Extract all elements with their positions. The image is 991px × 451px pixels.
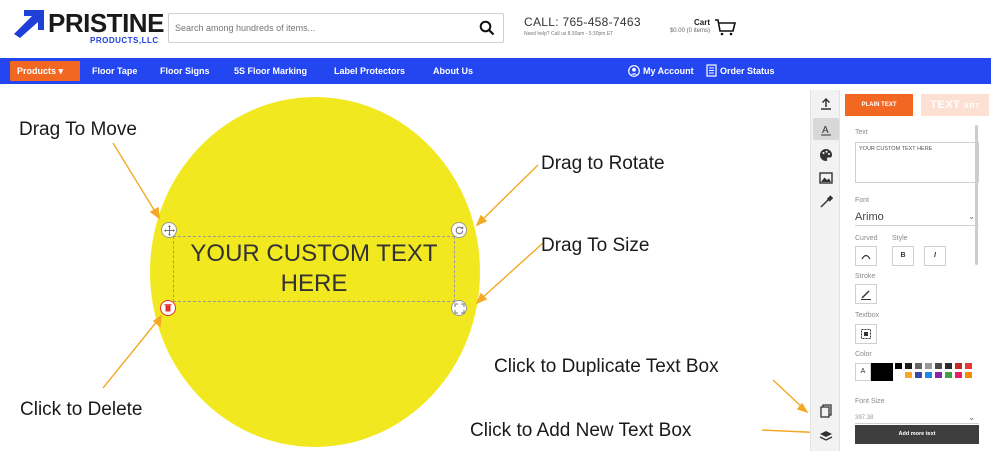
svg-text:A: A	[822, 125, 829, 136]
color-swatch[interactable]	[935, 372, 942, 378]
image-icon[interactable]	[818, 170, 834, 186]
color-swatch[interactable]	[935, 363, 942, 369]
font-size-label: Font Size	[855, 398, 885, 405]
textbox-label: Textbox	[855, 312, 880, 319]
arrow-duplicate	[772, 379, 804, 409]
plain-text-tab[interactable]: PLAIN TEXT	[845, 94, 913, 116]
color-swatch[interactable]	[945, 372, 952, 378]
stroke-button[interactable]	[855, 284, 877, 304]
stroke-label: Stroke	[855, 273, 876, 280]
annotation-drag-to-size: Drag To Size	[541, 235, 650, 256]
font-select[interactable]: Arimo ⌄	[855, 208, 979, 226]
color-swatch[interactable]	[965, 363, 972, 369]
color-swatch[interactable]	[895, 372, 902, 378]
font-value: Arimo	[855, 211, 884, 223]
eyedropper-icon[interactable]	[818, 194, 834, 210]
font-label: Font	[855, 197, 870, 204]
annotation-drag-to-rotate: Drag to Rotate	[541, 153, 665, 174]
upload-icon[interactable]	[818, 96, 834, 112]
chevron-down-icon: ⌄	[968, 212, 975, 221]
color-swatch[interactable]	[955, 363, 962, 369]
style-label: Style	[892, 235, 908, 242]
color-preview[interactable]: A	[855, 363, 871, 381]
annotation-click-to-add-new: Click to Add New Text Box	[470, 420, 692, 441]
duplicate-icon[interactable]	[818, 403, 834, 419]
annotation-click-to-duplicate: Click to Duplicate Text Box	[494, 356, 719, 377]
arrow-rotate	[480, 164, 539, 222]
textbox-icon	[861, 329, 871, 339]
text-tool-icon[interactable]: A	[818, 121, 834, 137]
font-size-select[interactable]: 397.38 ⌄	[855, 412, 979, 424]
color-label: Color	[855, 351, 872, 358]
tool-rail: A	[810, 90, 840, 451]
text-label: Text	[855, 129, 868, 136]
annotation-click-to-delete: Click to Delete	[20, 399, 143, 420]
text-art-label: TEXT	[930, 99, 961, 111]
arrow-delete	[102, 319, 159, 389]
layers-icon[interactable]	[818, 428, 834, 444]
text-art-label-small: ART	[963, 103, 980, 110]
chevron-down-icon: ⌄	[968, 413, 975, 422]
pencil-icon	[861, 290, 871, 300]
color-swatch[interactable]	[905, 363, 912, 369]
text-input[interactable]: YOUR CUSTOM TEXT HERE	[855, 142, 979, 183]
add-more-text-button[interactable]: Add more text	[855, 425, 979, 444]
annotation-drag-to-move: Drag To Move	[19, 119, 137, 140]
italic-button[interactable]: I	[924, 246, 946, 266]
arrow-move	[112, 142, 157, 214]
current-color-swatch[interactable]	[871, 363, 893, 381]
color-swatch[interactable]	[945, 363, 952, 369]
color-swatch[interactable]	[905, 372, 912, 378]
color-swatch[interactable]	[965, 372, 972, 378]
arrow-size	[480, 242, 544, 300]
bold-button[interactable]: B	[892, 246, 914, 266]
curve-icon	[861, 254, 871, 260]
palette-icon[interactable]	[818, 147, 834, 163]
curved-label: Curved	[855, 235, 878, 242]
color-swatch[interactable]	[955, 372, 962, 378]
textbox-button[interactable]	[855, 324, 877, 344]
panel-scrollbar[interactable]	[975, 125, 978, 265]
color-swatch[interactable]	[895, 363, 902, 369]
curved-text-button[interactable]	[855, 246, 877, 266]
text-art-tab[interactable]: TEXT ART	[921, 94, 989, 116]
color-swatch[interactable]	[915, 363, 922, 369]
color-swatch[interactable]	[915, 372, 922, 378]
color-swatch[interactable]	[925, 363, 932, 369]
font-size-value: 397.38	[855, 415, 874, 421]
color-swatch[interactable]	[925, 372, 932, 378]
